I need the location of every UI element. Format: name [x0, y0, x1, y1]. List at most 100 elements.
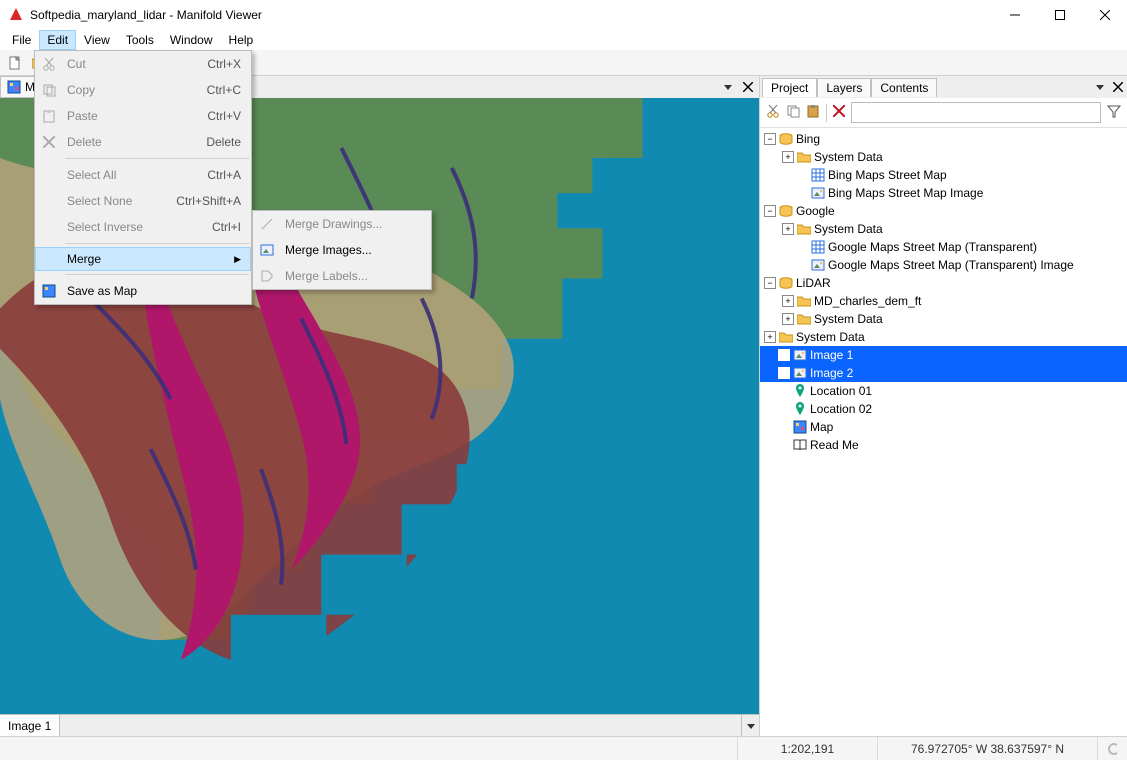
edit-menu-merge[interactable]: Merge ▶ — [35, 247, 251, 271]
tree-node-bing[interactable]: − Bing — [760, 130, 1127, 148]
side-panel: Project Layers Contents − Bing + — [759, 76, 1127, 736]
edit-menu-select-all[interactable]: Select All Ctrl+A — [35, 162, 251, 188]
menu-window[interactable]: Window — [162, 30, 221, 50]
map-icon — [7, 80, 21, 94]
tree-node-map[interactable]: Map — [760, 418, 1127, 436]
filter-input[interactable] — [851, 102, 1101, 123]
copy-icon — [39, 83, 59, 97]
image-footer-dropdown[interactable] — [741, 715, 759, 736]
pin-icon — [792, 401, 808, 417]
edit-menu-cut[interactable]: Cut Ctrl+X — [35, 51, 251, 77]
tree-node-google-street-img[interactable]: Google Maps Street Map (Transparent) Ima… — [760, 256, 1127, 274]
status-scale: 1:202,191 — [737, 737, 877, 760]
tab-layers[interactable]: Layers — [817, 78, 871, 97]
menu-view[interactable]: View — [76, 30, 118, 50]
merge-labels[interactable]: Merge Labels... — [253, 263, 431, 289]
side-tab-close[interactable] — [1109, 82, 1127, 92]
separator — [65, 243, 249, 244]
tab-contents[interactable]: Contents — [871, 78, 937, 97]
datasource-icon — [778, 203, 794, 219]
paste-icon — [39, 109, 59, 123]
tree-node-loc1[interactable]: Location 01 — [760, 382, 1127, 400]
edit-menu-save-as-map[interactable]: Save as Map — [35, 278, 251, 304]
tree-node-image1[interactable]: Image 1 — [760, 346, 1127, 364]
status-coords: 76.972705° W 38.637597° N — [877, 737, 1097, 760]
filter-icon[interactable] — [1107, 104, 1121, 121]
tree-node-bing-street-img[interactable]: Bing Maps Street Map Image — [760, 184, 1127, 202]
tree-node-google-system[interactable]: + System Data — [760, 220, 1127, 238]
submenu-arrow-icon: ▶ — [234, 254, 241, 265]
project-toolbar — [760, 98, 1127, 128]
collapse-icon[interactable]: − — [764, 133, 776, 145]
tree-node-google[interactable]: − Google — [760, 202, 1127, 220]
map-tab-dropdown[interactable] — [719, 76, 737, 98]
side-tab-dropdown[interactable] — [1091, 83, 1109, 91]
merge-images[interactable]: Merge Images... — [253, 237, 431, 263]
image-icon — [810, 257, 826, 273]
status-bar: 1:202,191 76.972705° W 38.637597° N — [0, 736, 1127, 760]
merge-submenu: Merge Drawings... Merge Images... Merge … — [252, 210, 432, 290]
image-icon — [792, 365, 808, 381]
tree-node-loc2[interactable]: Location 02 — [760, 400, 1127, 418]
image-footer: Image 1 — [0, 714, 759, 736]
map-icon — [39, 284, 59, 298]
paste-icon[interactable] — [806, 104, 820, 121]
edit-menu-delete[interactable]: Delete Delete — [35, 129, 251, 155]
project-tree[interactable]: − Bing + System Data Bing Maps Street Ma… — [760, 128, 1127, 736]
datasource-icon — [778, 275, 794, 291]
maximize-button[interactable] — [1037, 0, 1082, 30]
edit-menu-select-none[interactable]: Select None Ctrl+Shift+A — [35, 188, 251, 214]
status-message — [0, 737, 737, 760]
table-icon — [810, 239, 826, 255]
separator — [65, 158, 249, 159]
edit-menu-paste[interactable]: Paste Ctrl+V — [35, 103, 251, 129]
folder-icon — [796, 149, 812, 165]
menu-edit[interactable]: Edit — [39, 30, 76, 50]
edit-menu-select-inverse[interactable]: Select Inverse Ctrl+I — [35, 214, 251, 240]
menu-bar: File Edit View Tools Window Help — [0, 30, 1127, 50]
folder-icon — [796, 311, 812, 327]
expand-icon[interactable]: + — [782, 295, 794, 307]
delete-icon[interactable] — [833, 105, 845, 120]
tree-node-system-root[interactable]: + System Data — [760, 328, 1127, 346]
minimize-button[interactable] — [992, 0, 1037, 30]
copy-icon[interactable] — [786, 104, 800, 121]
merge-drawings[interactable]: Merge Drawings... — [253, 211, 431, 237]
edit-menu-copy[interactable]: Copy Ctrl+C — [35, 77, 251, 103]
separator — [826, 104, 827, 122]
image-icon — [792, 347, 808, 363]
expand-icon[interactable]: + — [764, 331, 776, 343]
tree-node-image2[interactable]: Image 2 — [760, 364, 1127, 382]
tree-node-readme[interactable]: Read Me — [760, 436, 1127, 454]
window-controls — [992, 0, 1127, 30]
map-tab-close[interactable] — [737, 76, 759, 98]
collapse-icon[interactable]: − — [764, 205, 776, 217]
label-icon — [257, 269, 277, 283]
cut-icon — [39, 57, 59, 71]
menu-help[interactable]: Help — [221, 30, 262, 50]
map-icon — [792, 419, 808, 435]
menu-tools[interactable]: Tools — [118, 30, 162, 50]
collapse-icon[interactable]: − — [764, 277, 776, 289]
app-icon — [8, 7, 24, 23]
edit-menu: Cut Ctrl+X Copy Ctrl+C Paste Ctrl+V Dele… — [34, 50, 252, 305]
book-icon — [792, 437, 808, 453]
status-indicator — [1097, 737, 1127, 760]
tree-node-lidar[interactable]: − LiDAR — [760, 274, 1127, 292]
expand-icon[interactable]: + — [782, 151, 794, 163]
tree-node-bing-system[interactable]: + System Data — [760, 148, 1127, 166]
tab-project[interactable]: Project — [762, 78, 817, 97]
image-footer-tab[interactable]: Image 1 — [0, 715, 60, 736]
close-button[interactable] — [1082, 0, 1127, 30]
tree-node-bing-street[interactable]: Bing Maps Street Map — [760, 166, 1127, 184]
menu-file[interactable]: File — [4, 30, 39, 50]
tree-node-google-street[interactable]: Google Maps Street Map (Transparent) — [760, 238, 1127, 256]
tree-node-lidar-md[interactable]: + MD_charles_dem_ft — [760, 292, 1127, 310]
folder-icon — [796, 293, 812, 309]
expand-icon[interactable]: + — [782, 313, 794, 325]
expand-icon[interactable]: + — [782, 223, 794, 235]
image-icon — [810, 185, 826, 201]
cut-icon[interactable] — [766, 104, 780, 121]
tree-node-lidar-system[interactable]: + System Data — [760, 310, 1127, 328]
new-button[interactable] — [4, 52, 26, 74]
